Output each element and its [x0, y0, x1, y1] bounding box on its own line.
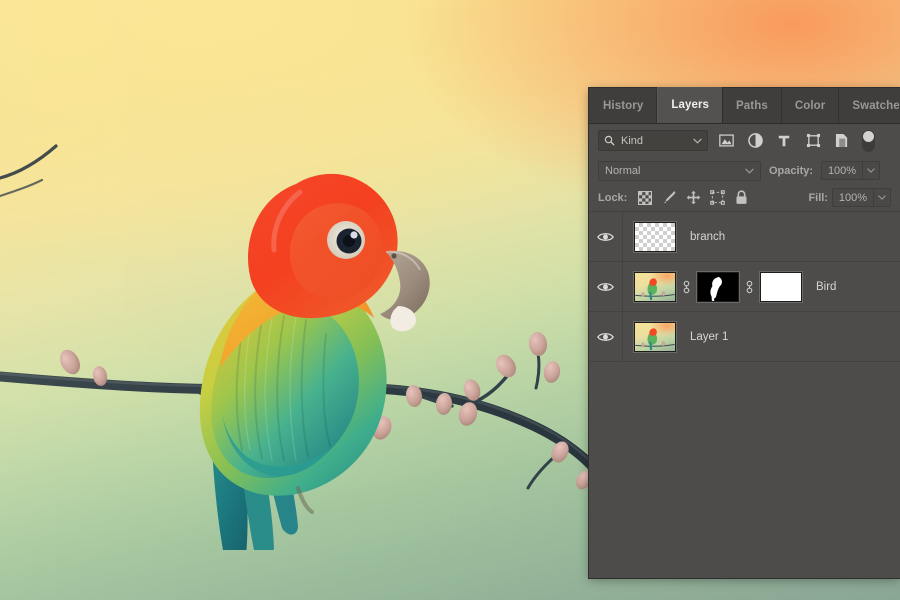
panel-tab-strip: History Layers Paths Color Swatches [589, 87, 900, 124]
filter-kind-dropdown[interactable]: Kind [598, 130, 708, 151]
filter-shape-icon[interactable] [802, 130, 824, 151]
lock-artboard-nesting-icon[interactable] [708, 189, 726, 207]
eye-visible-icon [597, 232, 614, 241]
fill-control: 100% [832, 188, 891, 207]
lock-all-icon[interactable] [732, 189, 750, 207]
screenshot-root: History Layers Paths Color Swatches Kind [0, 0, 900, 600]
filter-smart-object-icon[interactable] [831, 130, 853, 151]
lock-image-pixels-icon[interactable] [660, 189, 678, 207]
chevron-down-icon [693, 138, 702, 144]
layer-thumbnail[interactable] [634, 221, 676, 252]
eye-visible-icon [597, 282, 614, 291]
layer-thumbnails [623, 321, 676, 352]
eye-visible-icon [597, 332, 614, 341]
chevron-down-icon [878, 195, 886, 200]
fill-input[interactable]: 100% [832, 188, 874, 207]
mask-link-icon[interactable] [681, 277, 692, 297]
lock-row: Lock: Fill: 100% [589, 184, 900, 211]
fill-label: Fill: [808, 191, 828, 204]
filter-pixel-layers-icon[interactable] [715, 130, 737, 151]
chevron-down-icon [745, 168, 754, 174]
layer-visibility-toggle[interactable] [589, 212, 623, 261]
layer-visibility-toggle[interactable] [589, 262, 623, 311]
filter-enable-toggle[interactable] [862, 129, 875, 152]
mask-bird-silhouette [710, 276, 722, 301]
filter-kind-label: Kind [621, 134, 644, 147]
tab-label: Swatches [852, 100, 900, 112]
layer-thumbnails [623, 271, 802, 302]
layer-list: branch Bird Layer 1 [589, 211, 900, 362]
layer-row-branch[interactable]: branch [589, 212, 900, 262]
bird-subject [199, 173, 430, 550]
thumbnail-bird-art [635, 327, 675, 350]
layer-name[interactable]: Layer 1 [690, 331, 728, 343]
lock-transparent-pixels-icon[interactable] [636, 189, 654, 207]
opacity-stepper[interactable] [863, 161, 881, 180]
blend-mode-row: Normal Opacity: 100% [589, 157, 900, 184]
blend-mode-dropdown[interactable]: Normal [598, 160, 761, 181]
layer-mask-thumbnail[interactable] [697, 271, 739, 302]
vector-mask-link-icon[interactable] [744, 277, 755, 297]
layer-filter-row: Kind [589, 124, 900, 157]
lock-position-icon[interactable] [684, 189, 702, 207]
filter-type-icon[interactable] [773, 130, 795, 151]
thumbnail-bird-art [635, 277, 675, 300]
tab-label: Paths [736, 100, 768, 112]
tab-layers[interactable]: Layers [657, 87, 724, 123]
chevron-down-icon [867, 168, 875, 173]
filter-adjustment-icon[interactable] [744, 130, 766, 151]
layers-panel: History Layers Paths Color Swatches Kind [589, 87, 900, 578]
layer-content: Bird [623, 271, 900, 302]
fill-stepper[interactable] [874, 188, 891, 207]
layer-content: branch [623, 221, 900, 252]
search-icon [604, 135, 615, 146]
opacity-label: Opacity: [769, 164, 814, 177]
tab-label: History [603, 100, 644, 112]
tab-paths[interactable]: Paths [723, 89, 782, 123]
layer-visibility-toggle[interactable] [589, 312, 623, 361]
layer-row-bird[interactable]: Bird [589, 262, 900, 312]
tab-label: Color [794, 100, 826, 112]
layer-thumbnail[interactable] [634, 321, 676, 352]
lock-buttons [636, 189, 750, 207]
opacity-control: 100% [821, 161, 881, 180]
layer-content: Layer 1 [623, 321, 900, 352]
tab-swatches[interactable]: Swatches [839, 89, 900, 123]
layer-row-layer-1[interactable]: Layer 1 [589, 312, 900, 362]
blend-mode-value: Normal [605, 164, 641, 177]
opacity-input[interactable]: 100% [821, 161, 864, 180]
lock-label: Lock: [598, 191, 628, 204]
layer-name[interactable]: branch [690, 231, 725, 243]
layer-thumbnail[interactable] [634, 271, 676, 302]
layer-thumbnails [623, 221, 676, 252]
layer-name[interactable]: Bird [816, 281, 836, 293]
tab-label: Layers [671, 99, 710, 111]
vector-mask-thumbnail[interactable] [760, 271, 802, 302]
tab-history[interactable]: History [590, 89, 658, 123]
tab-color[interactable]: Color [781, 89, 840, 123]
